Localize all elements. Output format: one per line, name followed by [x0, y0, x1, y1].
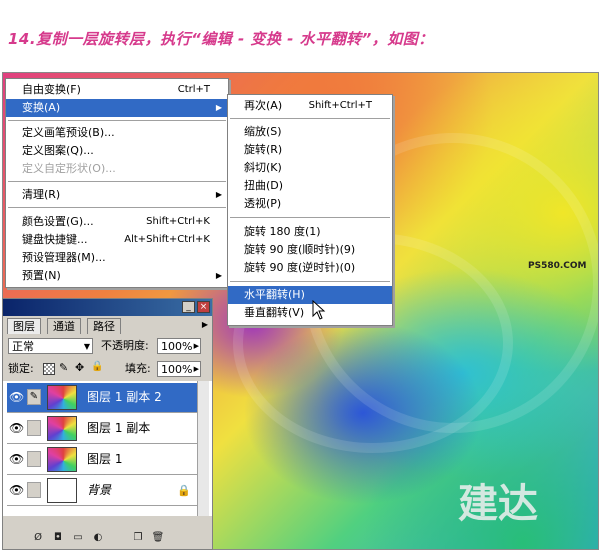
- opacity-input[interactable]: 100% ▶: [157, 338, 201, 354]
- panel-menu-icon[interactable]: ▶: [202, 320, 208, 329]
- menu-item-flip-horizontal[interactable]: 水平翻转(H): [228, 286, 392, 304]
- chevron-right-icon: ▶: [193, 342, 199, 350]
- submenu-arrow-icon: ▶: [215, 271, 222, 280]
- layer-thumbnail: [47, 478, 77, 503]
- fill-label: 填充:: [125, 362, 151, 375]
- lock-all-icon[interactable]: 🔒: [91, 361, 103, 372]
- tab-layers[interactable]: 图层: [7, 318, 41, 334]
- menu-item-rotate-180[interactable]: 旋转 180 度(1): [228, 223, 392, 241]
- new-group-icon[interactable]: ▭: [71, 531, 85, 545]
- site-watermark: PS580.COM: [528, 261, 587, 271]
- tab-channels[interactable]: 通道: [47, 318, 81, 334]
- edit-menu: 自由变换(F) Ctrl+T 变换(A) ▶ 定义画笔预设(B)... 定义图案(Q…: [5, 78, 229, 288]
- menu-item-scale[interactable]: 缩放(S): [228, 123, 392, 141]
- layers-scrollbar[interactable]: [197, 381, 209, 516]
- layers-panel: _ × 图层 通道 路径 ▶ 正常 ▼ 不透明度: 100% ▶ 锁定: ✎ ✥…: [2, 298, 213, 550]
- menu-item-define-shape: 定义自定形状(O)...: [22, 162, 116, 175]
- eye-icon[interactable]: 👁: [9, 421, 24, 435]
- lock-transparency-icon[interactable]: [43, 363, 55, 375]
- layer-name: 图层 1 副本 2: [87, 390, 162, 404]
- blend-mode-select[interactable]: 正常 ▼: [8, 338, 93, 354]
- layer-row[interactable]: 👁 ✎ 图层 1 副本 2: [7, 383, 197, 413]
- transform-submenu: 再次(A) Shift+Ctrl+T 缩放(S) 旋转(R) 斜切(K) 扭曲(D…: [227, 94, 393, 326]
- layer-mask-icon[interactable]: ◘: [51, 531, 65, 545]
- logo-watermark: 建达: [458, 481, 538, 527]
- menu-separator: [230, 118, 390, 119]
- submenu-arrow-icon: ▶: [215, 190, 222, 199]
- menu-item-skew[interactable]: 斜切(K): [228, 159, 392, 177]
- menu-separator: [230, 217, 390, 218]
- menu-item-rotate-90-ccw[interactable]: 旋转 90 度(逆时针)(0): [228, 259, 392, 277]
- new-layer-icon[interactable]: ❐: [131, 531, 145, 545]
- layer-style-icon[interactable]: Ø: [31, 531, 45, 545]
- layer-thumbnail: [47, 447, 77, 472]
- close-icon[interactable]: ×: [197, 301, 210, 313]
- menu-item-preferences[interactable]: 预置(N) ▶: [6, 267, 228, 285]
- adjustment-layer-icon[interactable]: ◐: [91, 531, 105, 545]
- link-icon[interactable]: [27, 420, 41, 436]
- menu-item-distort[interactable]: 扭曲(D): [228, 177, 392, 195]
- minimize-icon[interactable]: _: [182, 301, 195, 313]
- panel-tabs: 图层 通道 路径 ▶: [7, 318, 208, 334]
- menu-item-color-settings[interactable]: 颜色设置(G)... Shift+Ctrl+K: [6, 213, 228, 231]
- eye-icon[interactable]: 👁: [9, 390, 24, 404]
- menu-item-rotate[interactable]: 旋转(R): [228, 141, 392, 159]
- layer-thumbnail: [47, 385, 77, 410]
- layer-name: 图层 1: [87, 452, 123, 466]
- tab-paths[interactable]: 路径: [87, 318, 121, 334]
- menu-separator: [8, 120, 226, 121]
- menu-item-keyboard-shortcuts[interactable]: 键盘快捷键... Alt+Shift+Ctrl+K: [6, 231, 228, 249]
- lock-move-icon[interactable]: ✥: [75, 361, 84, 374]
- menu-item-again[interactable]: 再次(A) Shift+Ctrl+T: [228, 97, 392, 115]
- fill-input[interactable]: 100% ▶: [157, 361, 201, 377]
- menu-separator: [230, 281, 390, 282]
- lock-label: 锁定:: [8, 362, 34, 375]
- menu-item-preset-manager[interactable]: 预设管理器(M)...: [6, 249, 228, 267]
- layers-toolbar: Ø ◘ ▭ ◐ ❐ 🗑: [7, 529, 208, 547]
- menu-item-define-pattern[interactable]: 定义图案(Q)...: [6, 142, 228, 160]
- link-icon[interactable]: [27, 482, 41, 498]
- layer-list: 👁 ✎ 图层 1 副本 2 👁 图层 1 副本 👁 图层 1 👁 背景 🔒: [3, 381, 212, 516]
- panel-titlebar[interactable]: _ ×: [3, 299, 212, 316]
- lock-brush-icon[interactable]: ✎: [59, 361, 68, 374]
- opacity-label: 不透明度:: [101, 339, 149, 352]
- menu-item-flip-vertical[interactable]: 垂直翻转(V): [228, 304, 392, 322]
- layer-name: 背景: [87, 483, 112, 497]
- lock-icon: 🔒: [177, 484, 191, 497]
- menu-item-free-transform[interactable]: 自由变换(F) Ctrl+T: [6, 81, 228, 99]
- eye-icon[interactable]: 👁: [9, 452, 24, 466]
- chevron-right-icon: ▶: [193, 365, 199, 373]
- layer-row[interactable]: 👁 图层 1: [7, 445, 197, 475]
- menu-separator: [8, 181, 226, 182]
- menu-item-rotate-90-cw[interactable]: 旋转 90 度(顺时针)(9): [228, 241, 392, 259]
- eye-icon[interactable]: 👁: [9, 483, 24, 497]
- submenu-arrow-icon: ▶: [215, 103, 222, 112]
- menu-item-define-brush[interactable]: 定义画笔预设(B)...: [6, 124, 228, 142]
- brush-icon[interactable]: ✎: [27, 389, 41, 405]
- menu-item-purge[interactable]: 清理(R) ▶: [6, 186, 228, 204]
- menu-item-transform[interactable]: 变换(A) ▶: [6, 99, 228, 117]
- mouse-cursor-icon: [312, 300, 326, 320]
- link-icon[interactable]: [27, 451, 41, 467]
- layer-name: 图层 1 副本: [87, 421, 151, 435]
- menu-separator: [8, 207, 226, 208]
- menu-item-perspective[interactable]: 透视(P): [228, 195, 392, 213]
- chevron-down-icon: ▼: [83, 342, 90, 351]
- layer-thumbnail: [47, 416, 77, 441]
- tutorial-caption: 14.复制一层旋转层，执行“编辑 - 变换 - 水平翻转”，如图：: [8, 30, 434, 48]
- trash-icon[interactable]: 🗑: [151, 531, 165, 545]
- layer-row[interactable]: 👁 图层 1 副本: [7, 414, 197, 444]
- layer-row[interactable]: 👁 背景 🔒: [7, 476, 197, 506]
